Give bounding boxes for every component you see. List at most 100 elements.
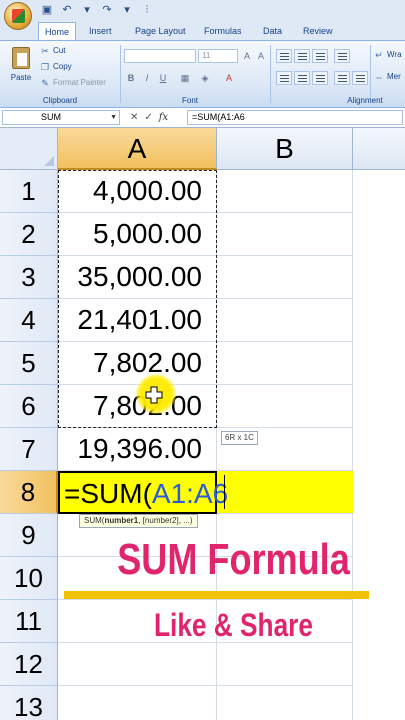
promo-title: SUM Formula [117,535,350,584]
align-left-button[interactable] [276,71,292,85]
undo-dropdown-icon[interactable]: ▾ [80,3,94,17]
cell-b13[interactable] [217,686,353,720]
cell-b2[interactable] [217,213,353,256]
function-argument-tooltip: SUM(number1, [number2], ...) [79,514,198,528]
orientation-button[interactable] [334,49,350,63]
underline-button[interactable]: U [156,71,170,85]
insert-function-icon[interactable]: fx [159,112,168,123]
grow-font-icon[interactable]: A [240,49,254,63]
select-all-button[interactable] [0,128,58,170]
redo-dropdown-icon[interactable]: ▾ [120,3,134,17]
row-header-8[interactable]: 8 [0,471,58,514]
font-color-icon[interactable]: A [222,71,236,85]
office-button[interactable] [4,2,32,30]
decrease-indent-button[interactable] [334,71,350,85]
formula-input[interactable]: =SUM(A1:A6 [187,110,403,125]
tab-home[interactable]: Home [38,22,77,40]
font-name-select[interactable] [124,49,196,63]
copy-button[interactable]: ❐ Copy [40,61,72,73]
tab-insert[interactable]: Insert [89,22,112,40]
bold-button[interactable]: B [124,71,138,85]
cancel-icon[interactable]: ✕ [130,112,138,123]
align-top-button[interactable] [276,49,292,63]
quick-access-toolbar: ▣ ↶ ▾ ↷ ▾ ⫶ [0,0,405,22]
paste-button[interactable]: Paste [6,45,36,91]
row-header-3[interactable]: 3 [0,256,58,299]
align-center-button[interactable] [294,71,310,85]
cell-b1[interactable] [217,170,353,213]
promo-underline [64,591,369,599]
ribbon: Paste ✂ Cut ❐ Copy ✎ Format Painter Clip… [0,40,405,108]
chevron-down-icon[interactable]: ▼ [110,111,117,124]
cell-a3[interactable]: 35,000.00 [58,256,217,299]
tab-review[interactable]: Review [303,22,333,40]
cell-b3[interactable] [217,256,353,299]
group-separator [370,45,371,103]
cell-a7[interactable]: 19,396.00 [58,428,217,471]
row-header-11[interactable]: 11 [0,600,58,643]
save-icon[interactable]: ▣ [40,3,54,17]
tab-data[interactable]: Data [263,22,282,40]
row-header-9[interactable]: 9 [0,514,58,557]
cell-a2[interactable]: 5,000.00 [58,213,217,256]
cell-a5[interactable]: 7,802.00 [58,342,217,385]
group-separator [120,45,121,103]
row-header-2[interactable]: 2 [0,213,58,256]
name-box[interactable]: SUM ▼ [2,110,120,125]
cell-a12[interactable] [58,643,217,686]
merge-icon: ⇔ [374,72,384,82]
scissors-icon: ✂ [41,46,49,56]
cell-b5[interactable] [217,342,353,385]
font-group-label: Font [181,96,198,105]
fill-color-icon[interactable]: ◈ [198,71,212,85]
row-header-5[interactable]: 5 [0,342,58,385]
tab-page-layout[interactable]: Page Layout [135,22,186,40]
worksheet-grid: A B 1 2 3 4 5 6 7 8 9 10 11 12 13 4,000.… [0,128,405,720]
borders-icon[interactable]: ▦ [178,71,192,85]
copy-icon: ❐ [40,62,50,72]
customize-qat-icon[interactable]: ⫶ [140,3,154,17]
cell-b6[interactable] [217,385,353,428]
cell-b12[interactable] [217,643,353,686]
cell-b4[interactable] [217,299,353,342]
tab-formulas[interactable]: Formulas [204,22,242,40]
row-header-10[interactable]: 10 [0,557,58,600]
row-header-1[interactable]: 1 [0,170,58,213]
align-middle-button[interactable] [294,49,310,63]
wrap-text-button[interactable]: ↵ Wra [374,49,401,61]
enter-check-icon[interactable]: ✓ [144,112,152,123]
clipboard-icon [12,47,30,69]
column-header-b[interactable]: B [217,128,353,170]
cell-a1[interactable]: 4,000.00 [58,170,217,213]
formula-bar: SUM ▼ ✕ ✓ fx =SUM(A1:A6 [0,108,405,128]
wrap-text-icon: ↵ [375,50,383,60]
active-cell-a8[interactable]: =SUM(A1:A6 [58,471,228,514]
shrink-font-icon[interactable]: A [254,49,268,63]
redo-icon[interactable]: ↷ [100,3,114,17]
cell-a4[interactable]: 21,401.00 [58,299,217,342]
alignment-group-label: Alignment [347,96,383,105]
cell-a6[interactable]: 7,802.00 [58,385,217,428]
cell-b8[interactable] [217,471,353,514]
column-header-c[interactable] [353,128,405,170]
font-size-select[interactable]: 11 [198,49,238,63]
office-logo-icon [12,9,25,23]
row-header-13[interactable]: 13 [0,686,58,720]
increase-indent-button[interactable] [352,71,368,85]
align-right-button[interactable] [312,71,328,85]
ribbon-tabs: Home Insert Page Layout Formulas Data Re… [0,22,405,40]
row-header-7[interactable]: 7 [0,428,58,471]
cut-button[interactable]: ✂ Cut [40,45,65,57]
undo-icon[interactable]: ↶ [60,3,74,17]
cell-a13[interactable] [58,686,217,720]
format-painter-button[interactable]: ✎ Format Painter [40,77,106,89]
row-header-6[interactable]: 6 [0,385,58,428]
italic-button[interactable]: I [140,71,154,85]
clipboard-group-label: Clipboard [42,96,78,105]
column-header-a[interactable]: A [58,128,217,170]
row-header-4[interactable]: 4 [0,299,58,342]
paintbrush-icon: ✎ [41,78,49,88]
merge-center-button[interactable]: ⇔ Mer [374,71,401,83]
row-header-12[interactable]: 12 [0,643,58,686]
align-bottom-button[interactable] [312,49,328,63]
